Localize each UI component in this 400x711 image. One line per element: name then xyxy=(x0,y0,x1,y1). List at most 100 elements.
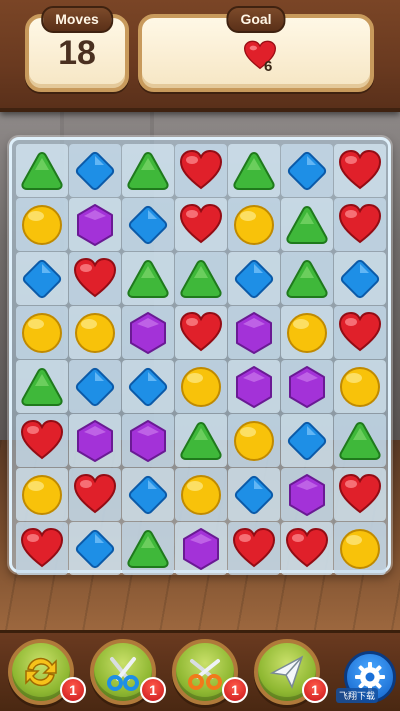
hexagon-gem-icon xyxy=(130,419,166,462)
diamond-gem-icon xyxy=(75,151,115,190)
heart-gem-icon xyxy=(73,473,117,513)
circle-gem-icon xyxy=(22,312,62,353)
diamond-gem-icon xyxy=(340,259,380,298)
scissors-orange-count-badge: 1 xyxy=(222,677,248,703)
board-cell[interactable] xyxy=(122,468,174,521)
circle-gem-icon xyxy=(340,528,380,569)
board-cell[interactable] xyxy=(228,144,280,197)
board-cell[interactable] xyxy=(69,252,121,305)
board-cell[interactable] xyxy=(175,144,227,197)
board-cell[interactable] xyxy=(122,198,174,251)
board-cell[interactable] xyxy=(175,252,227,305)
board-cell[interactable] xyxy=(175,522,227,575)
diamond-gem-icon xyxy=(234,259,274,298)
board-cell[interactable] xyxy=(228,468,280,521)
board-cell[interactable] xyxy=(334,144,386,197)
moves-value: 18 xyxy=(58,34,96,72)
board-cell[interactable] xyxy=(69,198,121,251)
board-cell[interactable] xyxy=(122,522,174,575)
circle-gem-icon xyxy=(22,474,62,515)
moves-panel: Moves 18 xyxy=(25,6,129,92)
diamond-gem-icon xyxy=(287,421,327,460)
heart-gem-icon xyxy=(338,149,382,189)
board-cell[interactable] xyxy=(175,306,227,359)
circle-gem-icon xyxy=(181,366,221,407)
board-cell[interactable] xyxy=(175,360,227,413)
board-cell[interactable] xyxy=(122,360,174,413)
board-cell[interactable] xyxy=(69,468,121,521)
goal-panel: Goal 6 xyxy=(138,6,374,92)
scissors-blue-count-badge: 1 xyxy=(140,677,166,703)
hexagon-gem-icon xyxy=(77,419,113,462)
circle-gem-icon xyxy=(234,420,274,461)
heart-gem-icon xyxy=(179,311,223,351)
triangle-gem-icon xyxy=(127,529,169,568)
board-cell[interactable] xyxy=(281,414,333,467)
board-cell[interactable] xyxy=(16,144,68,197)
board-cell[interactable] xyxy=(16,252,68,305)
diamond-gem-icon xyxy=(128,205,168,244)
board-cell[interactable] xyxy=(228,252,280,305)
board-cell[interactable] xyxy=(228,522,280,575)
board-cell[interactable] xyxy=(122,252,174,305)
hexagon-gem-icon xyxy=(289,473,325,516)
board-cell[interactable] xyxy=(281,252,333,305)
board-cell[interactable] xyxy=(281,468,333,521)
triangle-gem-icon xyxy=(233,151,275,190)
board-cell[interactable] xyxy=(175,414,227,467)
board-cell[interactable] xyxy=(228,360,280,413)
diamond-gem-icon xyxy=(128,475,168,514)
board-cell[interactable] xyxy=(334,252,386,305)
board-cell[interactable] xyxy=(69,306,121,359)
hexagon-gem-icon xyxy=(289,365,325,408)
board-cell[interactable] xyxy=(16,198,68,251)
board-cell[interactable] xyxy=(334,468,386,521)
hexagon-gem-icon xyxy=(236,365,272,408)
board-cell[interactable] xyxy=(175,468,227,521)
diamond-gem-icon xyxy=(75,367,115,406)
board-cell[interactable] xyxy=(122,414,174,467)
diamond-gem-icon xyxy=(22,259,62,298)
board-cell[interactable] xyxy=(281,144,333,197)
board-cell[interactable] xyxy=(16,360,68,413)
board-grid xyxy=(16,144,386,575)
board-cell[interactable] xyxy=(334,360,386,413)
board-cell[interactable] xyxy=(228,414,280,467)
board-cell[interactable] xyxy=(16,522,68,575)
board-cell[interactable] xyxy=(122,144,174,197)
board-cell[interactable] xyxy=(69,414,121,467)
board-cell[interactable] xyxy=(122,306,174,359)
board-cell[interactable] xyxy=(281,198,333,251)
board-cell[interactable] xyxy=(69,360,121,413)
board-cell[interactable] xyxy=(334,306,386,359)
circle-gem-icon xyxy=(287,312,327,353)
board-cell[interactable] xyxy=(334,522,386,575)
board-cell[interactable] xyxy=(228,198,280,251)
board-cell[interactable] xyxy=(69,144,121,197)
board-cell[interactable] xyxy=(16,468,68,521)
scissors-orange-icon xyxy=(188,659,222,690)
triangle-gem-icon xyxy=(339,421,381,460)
board-cell[interactable] xyxy=(228,306,280,359)
heart-gem-icon xyxy=(232,527,276,567)
board-cell[interactable] xyxy=(334,414,386,467)
shuffle-icon xyxy=(25,657,57,687)
circle-gem-icon xyxy=(181,474,221,515)
board-cell[interactable] xyxy=(69,522,121,575)
top-bar: Moves 18 Goal 6 xyxy=(0,0,400,112)
board-cell[interactable] xyxy=(16,414,68,467)
board-cell[interactable] xyxy=(281,306,333,359)
heart-gem-icon xyxy=(179,203,223,243)
board-cell[interactable] xyxy=(334,198,386,251)
hexagon-gem-icon xyxy=(236,311,272,354)
game-board xyxy=(9,137,391,575)
board-cell[interactable] xyxy=(281,360,333,413)
heart-gem-icon xyxy=(179,149,223,189)
hexagon-gem-icon xyxy=(130,311,166,354)
triangle-gem-icon xyxy=(180,259,222,298)
board-cell[interactable] xyxy=(16,306,68,359)
board-cell[interactable] xyxy=(281,522,333,575)
shuffle-count-badge: 1 xyxy=(60,677,86,703)
circle-gem-icon xyxy=(22,204,62,245)
board-cell[interactable] xyxy=(175,198,227,251)
